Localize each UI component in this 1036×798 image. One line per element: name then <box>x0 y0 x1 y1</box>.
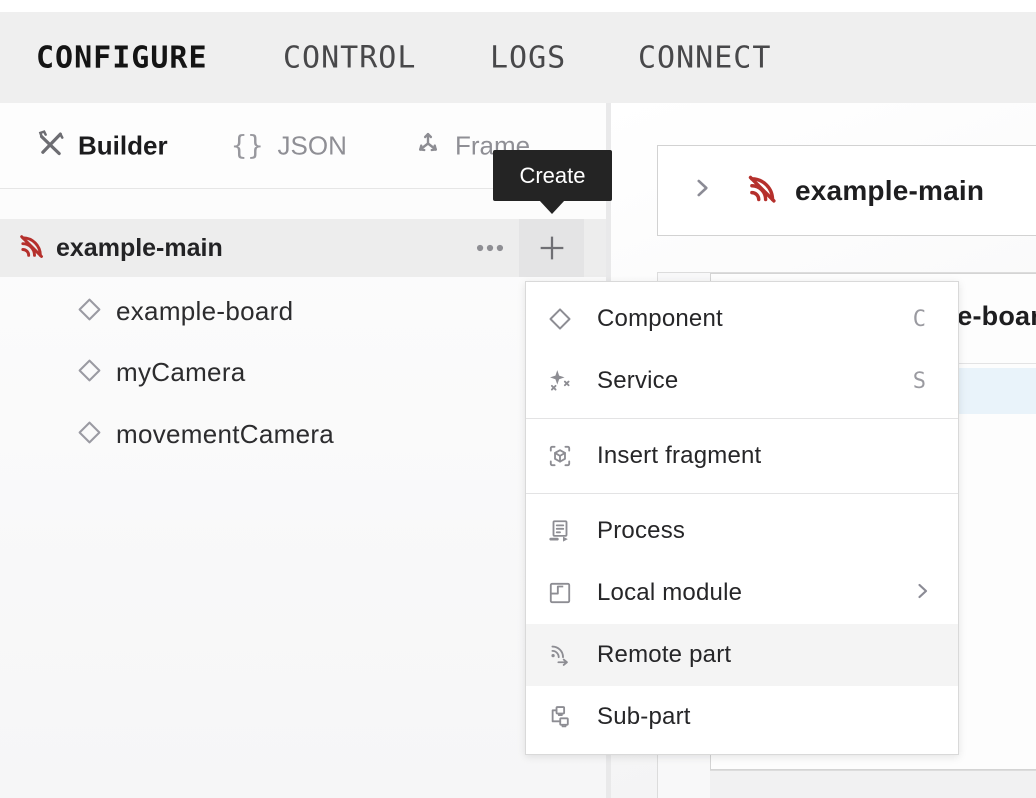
offline-wifi-icon <box>17 232 45 265</box>
create-menu: Component C Service S <box>525 281 959 755</box>
crossed-tools-icon <box>36 128 66 163</box>
machine-part-name: example-main <box>56 234 223 263</box>
menu-divider <box>526 418 958 419</box>
next-card-edge <box>710 770 1036 798</box>
shortcut-key: C <box>913 307 926 332</box>
axes-icon <box>413 128 443 163</box>
tab-configure[interactable]: CONFIGURE <box>36 40 208 75</box>
tab-json[interactable]: {} JSON <box>231 130 347 161</box>
offline-wifi-icon <box>745 172 778 210</box>
menu-item-service[interactable]: Service S <box>526 350 958 412</box>
menu-item-label: Insert fragment <box>597 442 761 470</box>
menu-item-component[interactable]: Component C <box>526 288 958 350</box>
tree-row-example-main[interactable]: example-main <box>0 219 606 277</box>
tooltip-arrow <box>539 200 565 214</box>
broadcast-arrow-icon <box>547 642 573 668</box>
tab-logs[interactable]: LOGS <box>490 40 566 75</box>
builder-tab-label: Builder <box>78 130 168 161</box>
fragment-cube-icon <box>547 443 573 469</box>
menu-item-remote-part[interactable]: Remote part <box>526 624 958 686</box>
menu-item-label: Sub-part <box>597 703 691 731</box>
sparkles-icon <box>547 368 573 394</box>
top-nav: CONFIGURE CONTROL LOGS CONNECT <box>0 12 1036 103</box>
create-tooltip: Create <box>493 150 612 201</box>
create-button[interactable] <box>519 219 584 277</box>
component-name: myCamera <box>116 357 246 388</box>
machines-tree-icon <box>547 704 573 730</box>
diamond-icon <box>547 306 573 332</box>
menu-item-local-module[interactable]: Local module <box>526 562 958 624</box>
tab-builder[interactable]: Builder <box>36 128 168 163</box>
json-tab-label: JSON <box>278 130 347 161</box>
part-options-button[interactable] <box>462 219 517 277</box>
kebab-icon <box>473 231 507 265</box>
diamond-icon <box>76 419 103 451</box>
menu-item-insert-fragment[interactable]: Insert fragment <box>526 425 958 487</box>
diamond-icon <box>76 296 103 328</box>
tree-row-myCamera[interactable]: myCamera <box>0 342 606 403</box>
tree-row-example-board[interactable]: example-board <box>0 281 606 342</box>
module-icon <box>547 580 573 606</box>
component-name: example-board <box>116 296 293 327</box>
diamond-icon <box>76 357 103 389</box>
tab-control[interactable]: CONTROL <box>283 40 416 75</box>
menu-divider <box>526 493 958 494</box>
part-header-card[interactable]: example-main <box>657 145 1036 236</box>
menu-item-sub-part[interactable]: Sub-part <box>526 686 958 748</box>
component-name: movementCamera <box>116 419 334 450</box>
plus-icon <box>536 232 568 264</box>
tab-connect[interactable]: CONNECT <box>638 40 771 75</box>
app-window: CONFIGURE CONTROL LOGS CONNECT Builder {… <box>0 0 1036 798</box>
tooltip-label: Create <box>519 163 585 189</box>
menu-item-process[interactable]: Process <box>526 500 958 562</box>
menu-item-label: Service <box>597 367 678 395</box>
submenu-chevron-icon <box>910 579 934 608</box>
part-card-title: example-main <box>795 175 984 207</box>
shortcut-key: S <box>913 369 926 394</box>
curly-braces-icon: {} <box>231 130 264 161</box>
menu-item-label: Remote part <box>597 641 731 669</box>
chevron-right-icon <box>689 175 715 206</box>
menu-item-label: Component <box>597 305 723 333</box>
menu-item-label: Local module <box>597 579 742 607</box>
menu-item-label: Process <box>597 517 685 545</box>
tree-row-movementCamera[interactable]: movementCamera <box>0 404 606 465</box>
process-doc-icon <box>547 518 573 544</box>
